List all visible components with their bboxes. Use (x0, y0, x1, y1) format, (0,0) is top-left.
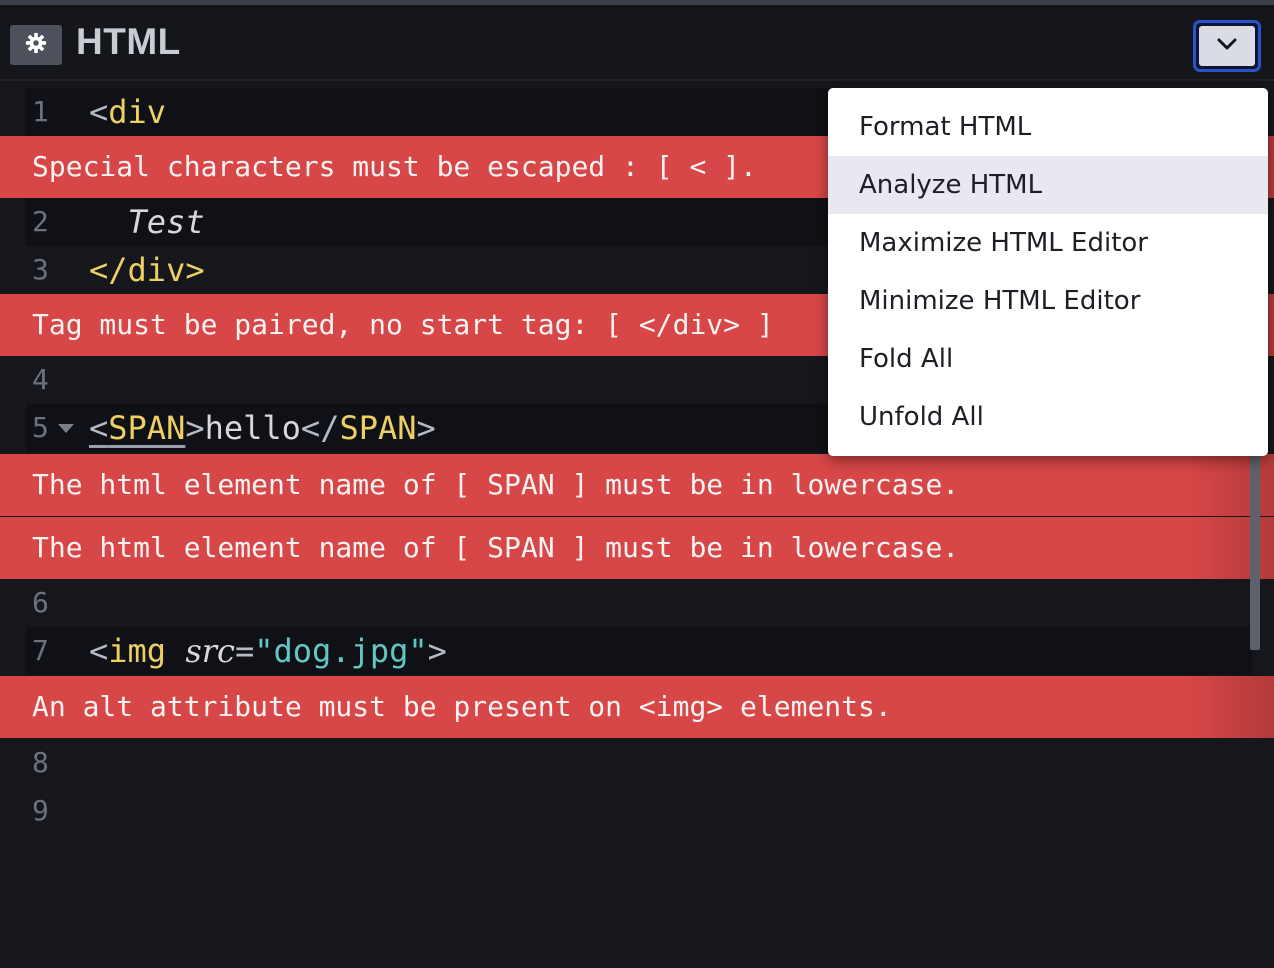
code-text: <div (89, 93, 167, 131)
gear-icon (25, 32, 47, 59)
code-line-8: 8 (0, 739, 1274, 787)
editor-menu-button[interactable] (1193, 20, 1261, 72)
settings-button[interactable] (10, 25, 62, 65)
code-text: </div> (89, 251, 205, 289)
menu-item-minimize-editor[interactable]: Minimize HTML Editor (828, 272, 1268, 330)
error-message: The html element name of [ SPAN ] must b… (0, 454, 1274, 516)
error-message: An alt attribute must be present on <img… (0, 676, 1274, 738)
menu-item-maximize-editor[interactable]: Maximize HTML Editor (828, 214, 1268, 272)
line-number: 3 (32, 253, 49, 286)
line-number: 7 (32, 634, 49, 667)
vertical-scrollbar[interactable] (1250, 455, 1260, 650)
chevron-down-icon (1216, 37, 1238, 56)
menu-item-format-html[interactable]: Format HTML (828, 98, 1268, 156)
line-number: 8 (32, 746, 49, 779)
fold-arrow-icon[interactable] (58, 424, 74, 433)
menu-item-fold-all[interactable]: Fold All (828, 330, 1268, 388)
line-number: 6 (32, 586, 49, 619)
error-message: The html element name of [ SPAN ] must b… (0, 517, 1274, 579)
menu-item-unfold-all[interactable]: Unfold All (828, 388, 1268, 446)
menu-item-analyze-html[interactable]: Analyze HTML (828, 156, 1268, 214)
code-text: Test (89, 203, 205, 241)
line-number: 9 (32, 794, 49, 827)
line-number: 4 (32, 363, 49, 396)
code-line-6: 6 (0, 579, 1274, 627)
line-number: 1 (32, 95, 49, 128)
editor-header: HTML (0, 5, 1274, 81)
line-number: 2 (32, 205, 49, 238)
editor-dropdown-menu: Format HTML Analyze HTML Maximize HTML E… (828, 88, 1268, 456)
editor-title: HTML (76, 21, 181, 62)
code-line-7: 7 <img src="dog.jpg"> (0, 627, 1274, 675)
line-number: 5 (32, 411, 49, 444)
code-text: <SPAN>hello</SPAN> (89, 409, 436, 447)
code-text: <img src="dog.jpg"> (89, 632, 447, 670)
code-line-9: 9 (0, 787, 1274, 835)
